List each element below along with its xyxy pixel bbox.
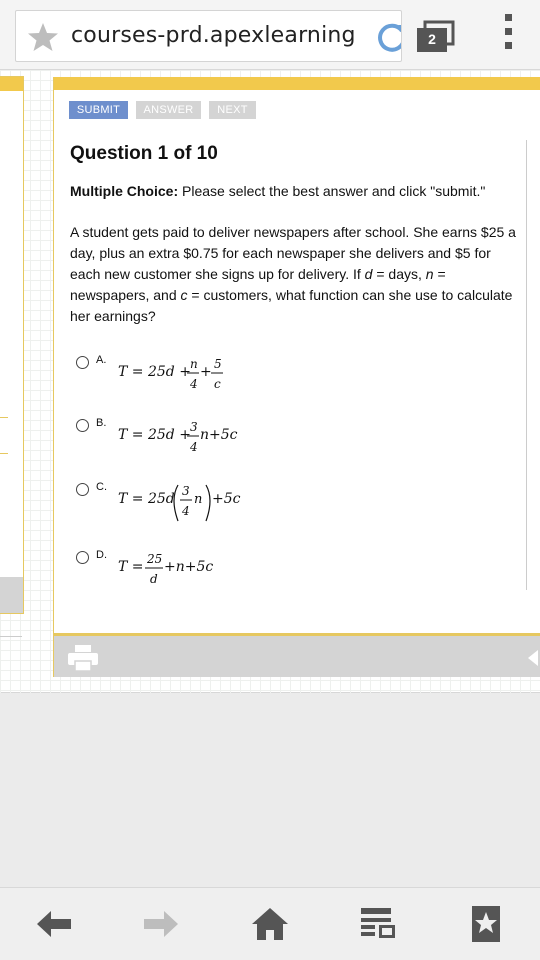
svg-text:4: 4 [181,504,190,518]
choice-a[interactable]: A. T = 25d + n 4 + 5 c [76,352,496,402]
svg-text:c: c [214,377,221,391]
radio-d[interactable] [76,551,89,564]
reload-icon[interactable] [374,19,402,55]
forward-arrow-icon[interactable] [140,906,180,942]
card-header-band [54,77,540,90]
tab-count: 2 [428,31,436,47]
choice-letter: C. [96,481,107,493]
svg-text:5: 5 [214,357,222,371]
address-bar[interactable]: courses-prd.apexlearning [15,10,402,62]
formula-a: T = 25d + n 4 + 5 c [118,357,223,391]
content-scrollbar[interactable] [526,140,527,590]
radio-c[interactable] [76,483,89,496]
svg-text:T = 25d +: T = 25d + [118,427,191,443]
left-divider [0,636,22,637]
home-icon[interactable] [250,906,290,942]
svg-text:25: 25 [146,552,162,566]
formula-b: T = 25d + 3 4 n+5c [118,420,238,454]
choice-letter: D. [96,549,107,561]
card-footer [54,633,540,677]
svg-text:4: 4 [189,377,198,391]
formula-d: T = 25 d +n+5c [118,552,213,586]
bookmarks-icon[interactable] [466,906,506,942]
instruction-label: Multiple Choice: [70,183,179,199]
svg-text:T = 25d: T = 25d [118,491,175,507]
svg-text:n+5c: n+5c [200,427,238,443]
svg-text:3: 3 [190,420,198,434]
bookmark-star-icon[interactable] [27,21,59,53]
submit-button[interactable]: SUBMIT [69,101,128,119]
svg-text:T =: T = [118,559,144,575]
question-card: SUBMIT ANSWER NEXT Question 1 of 10 Mult… [53,77,540,677]
svg-text:+5c: +5c [212,491,241,507]
browser-toolbar: courses-prd.apexlearning 2 [0,0,540,70]
svg-text:n: n [190,357,198,371]
reading-list-icon[interactable] [358,906,398,942]
svg-text:n: n [194,492,202,507]
instruction-text: Please select the best answer and click … [182,183,486,199]
browser-bottom-nav [0,887,540,960]
choice-b[interactable]: B. T = 25d + 3 4 n+5c [76,415,496,465]
choice-letter: A. [96,354,107,366]
svg-text:4: 4 [189,440,198,454]
radio-b[interactable] [76,419,89,432]
svg-text:T = 25d +: T = 25d + [118,364,191,380]
left-panel [0,76,24,614]
question-prompt: A student gets paid to deliver newspaper… [70,224,516,324]
url-text[interactable]: courses-prd.apexlearning [71,23,369,48]
action-buttons: SUBMIT ANSWER NEXT [69,101,256,119]
choice-d[interactable]: D. T = 25 d +n+5c [76,547,496,597]
answer-button[interactable]: ANSWER [136,101,201,119]
next-button[interactable]: NEXT [209,101,256,119]
radio-a[interactable] [76,356,89,369]
svg-text:+: + [200,364,212,380]
svg-text:+n+5c: +n+5c [164,559,213,575]
print-icon[interactable] [68,645,98,671]
choice-letter: B. [96,417,107,429]
collapse-arrow-icon[interactable] [528,650,538,666]
choice-c[interactable]: C. T = 25d 3 4 n +5c [76,479,496,529]
question-title: Question 1 of 10 [70,143,218,164]
svg-text:3: 3 [182,484,190,498]
svg-text:d: d [150,572,158,586]
overflow-menu-icon[interactable] [500,14,516,56]
back-arrow-icon[interactable] [35,906,75,942]
web-page: SUBMIT ANSWER NEXT Question 1 of 10 Mult… [0,70,540,693]
instructions: Multiple Choice: Please select the best … [70,183,520,199]
formula-c: T = 25d 3 4 n +5c [118,484,241,522]
